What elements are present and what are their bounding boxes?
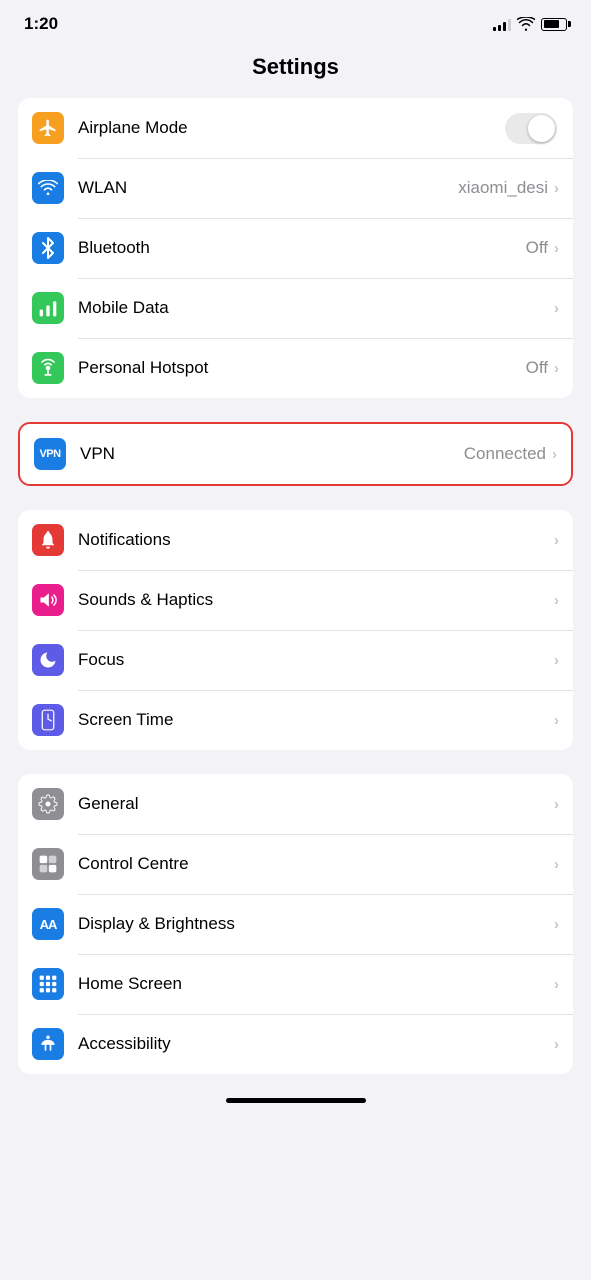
display-brightness-row[interactable]: AA Display & Brightness › [18, 894, 573, 954]
control-centre-row[interactable]: Control Centre › [18, 834, 573, 894]
general-chevron: › [554, 796, 559, 813]
bluetooth-row[interactable]: Bluetooth Off › [18, 218, 573, 278]
control-centre-icon [32, 848, 64, 880]
accessibility-row[interactable]: Accessibility › [18, 1014, 573, 1074]
mobile-data-row[interactable]: Mobile Data › [18, 278, 573, 338]
wlan-label: WLAN [78, 178, 458, 198]
screen-time-chevron: › [554, 712, 559, 729]
bluetooth-value: Off [526, 238, 548, 258]
status-icons [493, 17, 567, 31]
general-label: General [78, 794, 554, 814]
sounds-haptics-chevron: › [554, 592, 559, 609]
toggle-knob [528, 115, 555, 142]
notifications-chevron: › [554, 532, 559, 549]
status-time: 1:20 [24, 14, 58, 34]
battery-icon [541, 18, 567, 31]
airplane-mode-icon [32, 112, 64, 144]
home-indicator [226, 1098, 366, 1103]
screen-time-icon [32, 704, 64, 736]
notifications-row[interactable]: Notifications › [18, 510, 573, 570]
accessibility-icon [32, 1028, 64, 1060]
vpn-highlighted-wrapper: VPN VPN Connected › [18, 422, 573, 486]
signal-icon [493, 17, 511, 31]
wlan-row[interactable]: WLAN xiaomi_desi › [18, 158, 573, 218]
screen-time-label: Screen Time [78, 710, 554, 730]
personal-hotspot-chevron: › [554, 360, 559, 377]
connectivity-group: Airplane Mode WLAN xiaomi_desi › Bluetoo… [18, 98, 573, 398]
display-brightness-icon: AA [32, 908, 64, 940]
wlan-value: xiaomi_desi [458, 178, 548, 198]
display-brightness-chevron: › [554, 916, 559, 933]
notifications-label: Notifications [78, 530, 554, 550]
focus-label: Focus [78, 650, 554, 670]
general-icon [32, 788, 64, 820]
bluetooth-label: Bluetooth [78, 238, 526, 258]
personal-hotspot-label: Personal Hotspot [78, 358, 526, 378]
vpn-label: VPN [80, 444, 464, 464]
display-brightness-label: Display & Brightness [78, 914, 554, 934]
control-centre-chevron: › [554, 856, 559, 873]
home-screen-icon [32, 968, 64, 1000]
accessibility-label: Accessibility [78, 1034, 554, 1054]
page-title: Settings [0, 42, 591, 98]
mobile-data-chevron: › [554, 300, 559, 317]
status-bar: 1:20 [0, 0, 591, 42]
airplane-mode-label: Airplane Mode [78, 118, 505, 138]
general-group: General › Control Centre › AA Display & … [18, 774, 573, 1074]
personal-hotspot-icon [32, 352, 64, 384]
bluetooth-icon [32, 232, 64, 264]
control-centre-label: Control Centre [78, 854, 554, 874]
airplane-mode-toggle[interactable] [505, 113, 557, 144]
vpn-value: Connected [464, 444, 546, 464]
mobile-data-label: Mobile Data [78, 298, 554, 318]
vpn-row[interactable]: VPN VPN Connected › [20, 424, 571, 484]
wifi-icon [517, 17, 535, 31]
airplane-mode-row[interactable]: Airplane Mode [18, 98, 573, 158]
screen-time-row[interactable]: Screen Time › [18, 690, 573, 750]
focus-row[interactable]: Focus › [18, 630, 573, 690]
home-screen-row[interactable]: Home Screen › [18, 954, 573, 1014]
personal-hotspot-value: Off [526, 358, 548, 378]
focus-icon [32, 644, 64, 676]
wlan-icon [32, 172, 64, 204]
focus-chevron: › [554, 652, 559, 669]
accessibility-chevron: › [554, 1036, 559, 1053]
personal-hotspot-row[interactable]: Personal Hotspot Off › [18, 338, 573, 398]
notifications-group: Notifications › Sounds & Haptics › Focus… [18, 510, 573, 750]
mobile-data-icon [32, 292, 64, 324]
sounds-haptics-icon [32, 584, 64, 616]
wlan-chevron: › [554, 180, 559, 197]
vpn-icon: VPN [34, 438, 66, 470]
notifications-icon [32, 524, 64, 556]
sounds-haptics-row[interactable]: Sounds & Haptics › [18, 570, 573, 630]
home-screen-label: Home Screen [78, 974, 554, 994]
sounds-haptics-label: Sounds & Haptics [78, 590, 554, 610]
vpn-chevron: › [552, 446, 557, 463]
bluetooth-chevron: › [554, 240, 559, 257]
general-row[interactable]: General › [18, 774, 573, 834]
home-screen-chevron: › [554, 976, 559, 993]
